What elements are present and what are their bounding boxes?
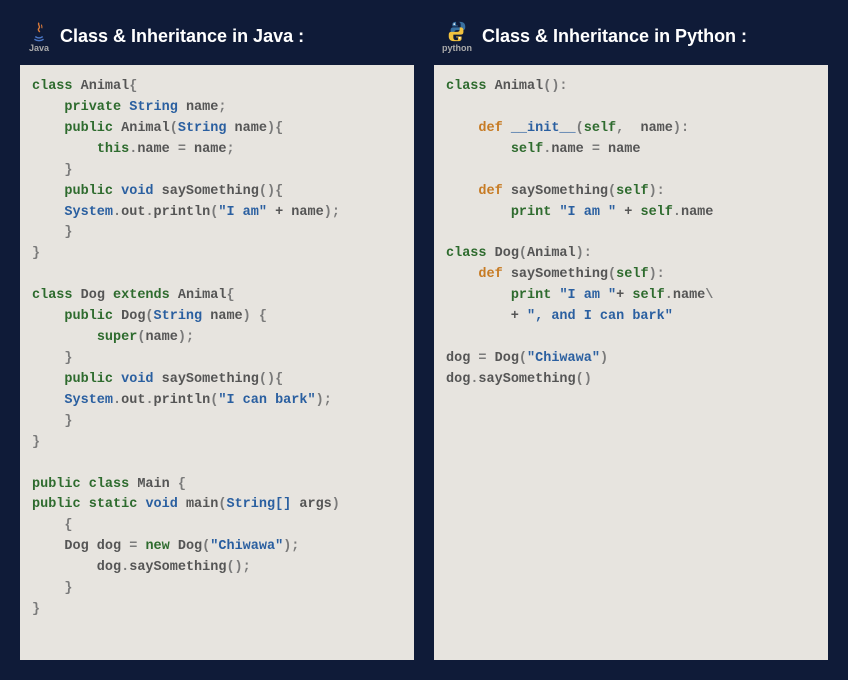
java-code: class Animal{ private String name; publi… [32, 77, 402, 621]
java-icon-label: Java [29, 43, 49, 53]
python-header: python Class & Inheritance in Python : [434, 12, 828, 65]
python-column: python Class & Inheritance in Python : c… [434, 12, 828, 660]
python-code: class Animal(): def __init__(self, name)… [446, 77, 816, 391]
python-title: Class & Inheritance in Python : [482, 26, 747, 47]
python-codebox: class Animal(): def __init__(self, name)… [434, 65, 828, 660]
python-icon: python [442, 20, 472, 53]
java-column: Java Class & Inheritance in Java : class… [20, 12, 414, 660]
python-icon-label: python [442, 43, 472, 53]
java-icon: Java [28, 20, 50, 53]
java-header: Java Class & Inheritance in Java : [20, 12, 414, 65]
java-title: Class & Inheritance in Java : [60, 26, 304, 47]
java-codebox: class Animal{ private String name; publi… [20, 65, 414, 660]
